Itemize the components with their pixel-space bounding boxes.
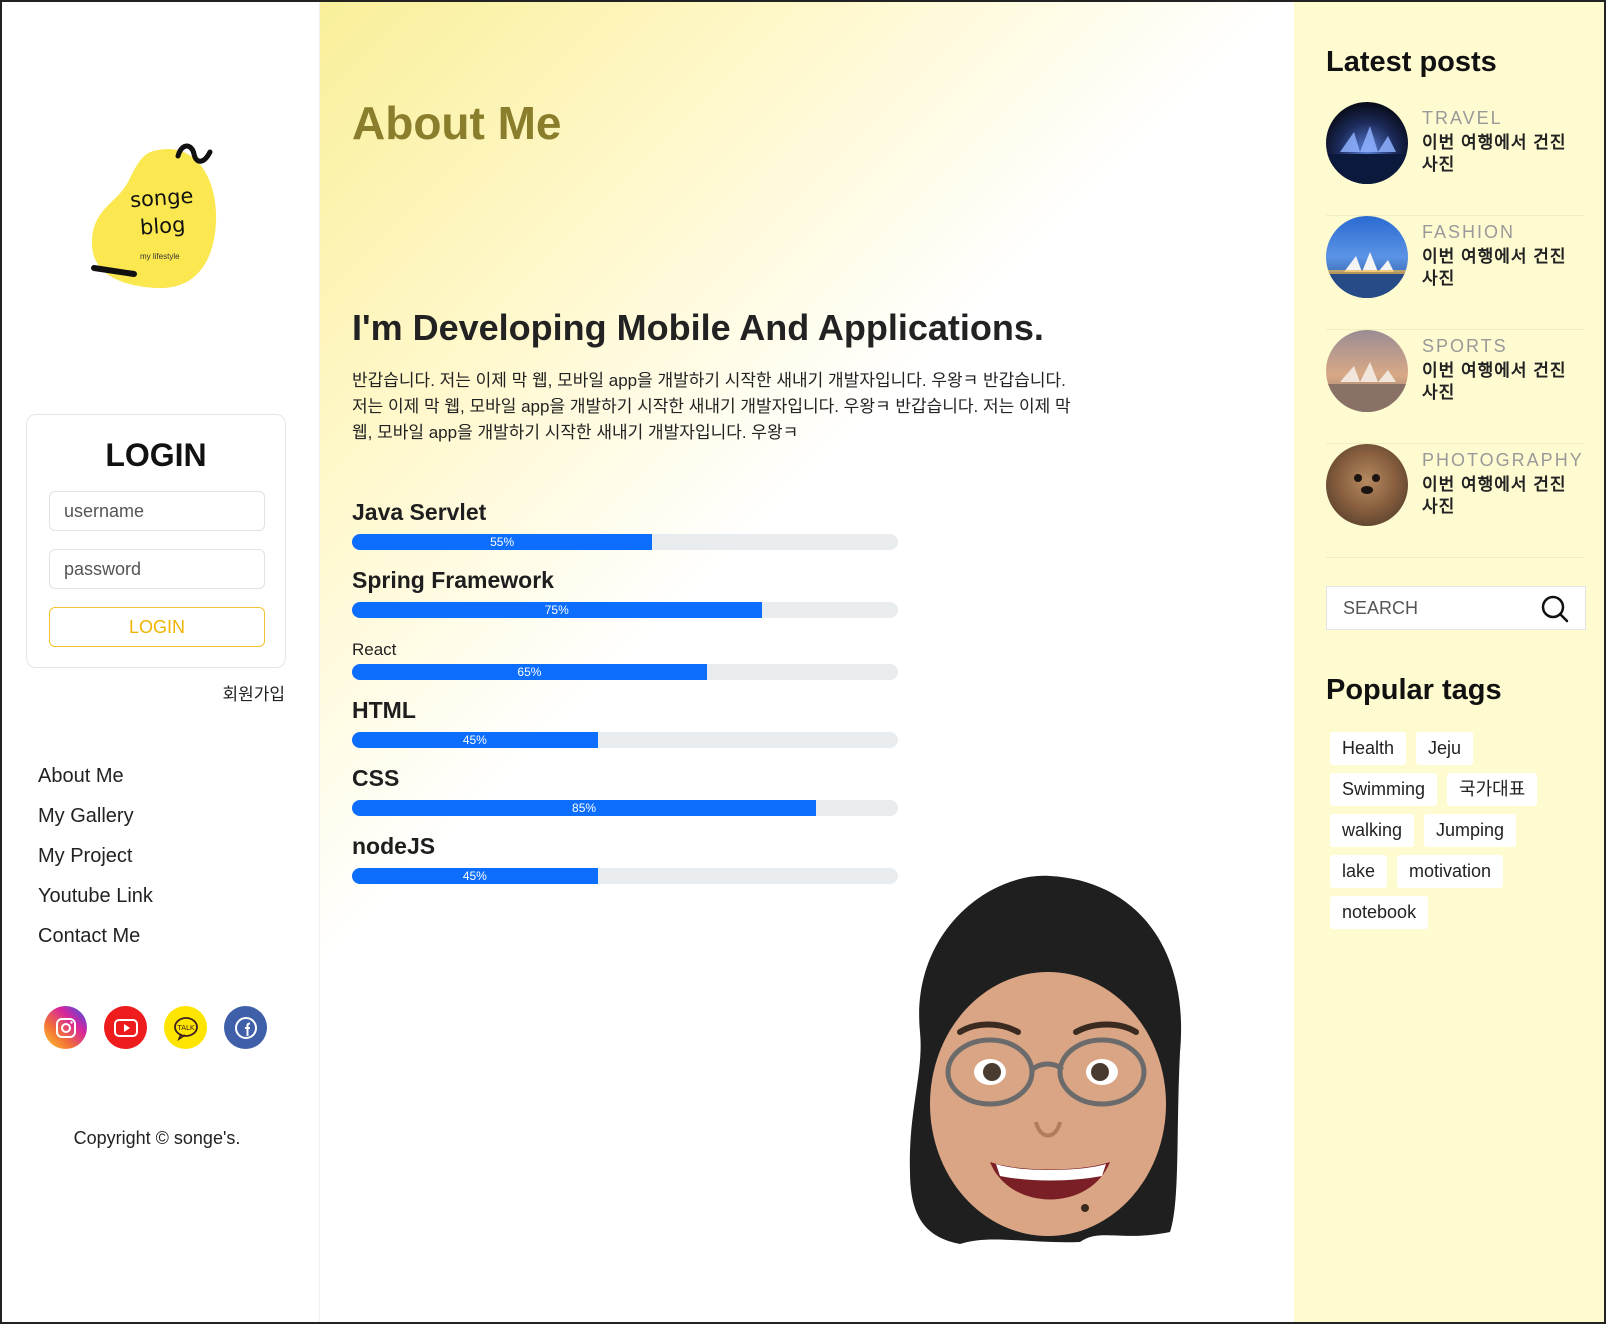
skill-progress-bar: 65% [352, 664, 898, 680]
nav-item-my-project[interactable]: My Project [38, 844, 153, 884]
skill-name: nodeJS [352, 833, 436, 859]
post-title: 이번 여행에서 건진 사진 [1422, 475, 1567, 516]
instagram-icon[interactable] [44, 1006, 87, 1049]
skill-item: HTML 45% [352, 696, 898, 764]
logo-text-line2: blog [139, 212, 187, 240]
tag-lake[interactable]: lake [1330, 855, 1388, 888]
tag-jumping[interactable]: Jumping [1424, 814, 1517, 847]
sidebar-nav: About Me My Gallery My Project Youtube L… [38, 764, 153, 964]
skill-item: React 65% [352, 634, 898, 696]
skill-item: CSS 85% [352, 764, 898, 832]
post-category: TRAVEL [1422, 108, 1503, 128]
skill-progress-fill: 45% [352, 868, 598, 884]
skill-name: CSS [352, 765, 400, 791]
skill-name: HTML [352, 697, 416, 723]
facebook-icon[interactable] [224, 1006, 267, 1049]
skill-name: Spring Framework [352, 567, 554, 593]
skill-progress-bar: 85% [352, 800, 898, 816]
login-form: LOGIN LOGIN [26, 414, 286, 668]
search-input[interactable] [1327, 587, 1527, 629]
post-thumbnail [1326, 444, 1408, 526]
tag-swimming[interactable]: Swimming [1330, 773, 1438, 806]
signup-link[interactable]: 회원가입 [222, 680, 285, 705]
tag-list: Health Jeju Swimming 국가대표 walking Jumpin… [1330, 732, 1580, 929]
post-title: 이번 여행에서 건진 사진 [1422, 133, 1567, 174]
latest-posts-title: Latest posts [1326, 46, 1497, 78]
main-content: About Me I'm Developing Mobile And Appli… [320, 2, 1294, 1322]
nav-item-about-me[interactable]: About Me [38, 764, 153, 804]
page-title: About Me [352, 97, 562, 149]
page-frame: songe blog my lifestyle LOGIN LOGIN 회원가입… [0, 0, 1606, 1324]
skill-item: Java Servlet 55% [352, 498, 898, 566]
skill-name: Java Servlet [352, 499, 487, 525]
skills-list: Java Servlet 55% Spring Framework 75% Re… [352, 498, 898, 900]
left-sidebar: songe blog my lifestyle LOGIN LOGIN 회원가입… [2, 2, 320, 1322]
popular-tags-title: Popular tags [1326, 674, 1502, 706]
nav-item-contact-me[interactable]: Contact Me [38, 924, 153, 964]
skill-progress-fill: 45% [352, 732, 598, 748]
post-item[interactable]: FASHION 이번 여행에서 건진 사진 [1326, 216, 1584, 330]
skill-item: Spring Framework 75% [352, 566, 898, 634]
tag-walking[interactable]: walking [1330, 814, 1415, 847]
skill-progress-fill: 85% [352, 800, 817, 816]
search-box [1326, 586, 1586, 630]
social-links: TALK [44, 1006, 267, 1049]
skill-progress-fill: 55% [352, 534, 653, 550]
skill-progress-fill: 65% [352, 664, 707, 680]
right-sidebar: Latest posts TRAVEL 이번 여행에서 건진 사진 FASHIO… [1294, 2, 1604, 1322]
post-category: SPORTS [1422, 336, 1508, 356]
post-category: PHOTOGRAPHY [1422, 450, 1584, 470]
headline: I'm Developing Mobile And Applications. [352, 307, 1044, 348]
nav-item-youtube-link[interactable]: Youtube Link [38, 884, 153, 924]
post-thumbnail [1326, 102, 1408, 184]
post-thumbnail [1326, 216, 1408, 298]
post-thumbnail [1326, 330, 1408, 412]
login-title: LOGIN [105, 437, 207, 473]
post-category: FASHION [1422, 222, 1516, 242]
login-button[interactable]: LOGIN [49, 607, 265, 647]
password-input[interactable] [49, 549, 265, 589]
tag-notebook[interactable]: notebook [1330, 896, 1429, 929]
tag-health[interactable]: Health [1330, 732, 1407, 765]
svg-text:TALK: TALK [176, 1024, 194, 1032]
intro-text: 반갑습니다. 저는 이제 막 웹, 모바일 app을 개발하기 시작한 새내기 … [352, 371, 1071, 442]
skill-progress-bar: 45% [352, 732, 898, 748]
youtube-icon[interactable] [104, 1006, 147, 1049]
skill-progress-bar: 45% [352, 868, 898, 884]
skill-progress-fill: 75% [352, 602, 762, 618]
post-item[interactable]: TRAVEL 이번 여행에서 건진 사진 [1326, 102, 1584, 216]
post-item[interactable]: SPORTS 이번 여행에서 건진 사진 [1326, 330, 1584, 444]
skill-progress-bar: 75% [352, 602, 898, 618]
logo-text-line1: songe [129, 183, 195, 213]
skill-progress-bar: 55% [352, 534, 898, 550]
search-icon[interactable] [1541, 595, 1569, 623]
nav-item-my-gallery[interactable]: My Gallery [38, 804, 153, 844]
memoji-avatar [880, 872, 1210, 1272]
kakaotalk-icon[interactable]: TALK [164, 1006, 207, 1049]
username-input[interactable] [49, 491, 265, 531]
post-title: 이번 여행에서 건진 사진 [1422, 247, 1567, 288]
logo-tagline: my lifestyle [140, 252, 180, 261]
copyright: Copyright © songe's. [73, 1128, 241, 1148]
tag-jeju[interactable]: Jeju [1416, 732, 1474, 765]
skill-name: React [352, 640, 397, 659]
tag-motivation[interactable]: motivation [1397, 855, 1504, 888]
skill-item: nodeJS 45% [352, 832, 898, 900]
tag-national-team[interactable]: 국가대표 [1447, 773, 1538, 806]
post-title: 이번 여행에서 건진 사진 [1422, 361, 1567, 402]
post-item[interactable]: PHOTOGRAPHY 이번 여행에서 건진 사진 [1326, 444, 1584, 558]
blog-logo[interactable]: songe blog my lifestyle [88, 142, 238, 302]
